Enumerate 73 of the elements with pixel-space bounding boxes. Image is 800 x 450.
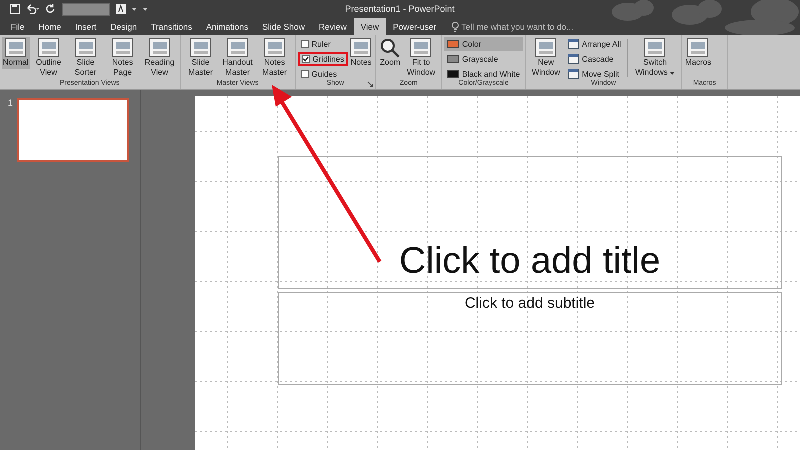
title-placeholder[interactable]: Click to add title [278, 156, 782, 289]
checkbox[interactable]: Guides [298, 67, 348, 81]
save-icon[interactable] [10, 4, 20, 14]
swatch-icon [447, 40, 460, 48]
layout-icon [226, 38, 249, 58]
layout-icon [38, 38, 60, 58]
ribbon-button[interactable]: Slide Master [182, 37, 219, 79]
window-title: Presentation1 - PowerPoint [345, 4, 455, 14]
title-placeholder-text: Click to add title [399, 240, 661, 283]
search-field[interactable]: Tell me what you want to do... [462, 22, 574, 32]
layout-icon [350, 38, 372, 58]
color-mode-option[interactable]: Grayscale [444, 52, 524, 66]
window-icon [568, 69, 580, 79]
ribbon-tab[interactable]: View [354, 18, 386, 35]
ribbon-tab[interactable]: Slide Show [255, 18, 312, 35]
ribbon-tab[interactable]: Home [32, 18, 68, 35]
ribbon-tab[interactable]: Power-user [386, 18, 444, 35]
redo-icon[interactable] [46, 4, 56, 14]
checkbox-icon [302, 55, 310, 63]
caret-icon[interactable] [132, 8, 137, 10]
ribbon-tab[interactable]: Design [104, 18, 144, 35]
color-mode-option[interactable]: Black and White [444, 67, 524, 81]
swatch-icon [447, 55, 460, 63]
font-size-field[interactable] [62, 2, 110, 16]
ribbon-button[interactable]: Notes Page [104, 37, 141, 79]
layout-icon [264, 38, 286, 58]
checkbox-icon [300, 70, 309, 78]
layout-icon [112, 38, 134, 58]
swatch-icon [447, 70, 460, 78]
window-icon [568, 54, 580, 64]
dialog-launcher-icon[interactable] [367, 81, 374, 87]
slide-thumbnail[interactable] [17, 98, 130, 162]
layout-icon [410, 38, 432, 58]
ribbon-button[interactable]: Fit to Window [403, 37, 440, 79]
ribbon-button[interactable]: Arrange All [565, 37, 624, 51]
checkbox[interactable]: Ruler [298, 37, 348, 51]
subtitle-placeholder[interactable]: Click to add subtitle [278, 292, 782, 385]
ribbon-button[interactable]: Outline View [30, 37, 67, 79]
ribbon-button[interactable]: Normal [2, 37, 30, 69]
layout-icon [4, 38, 27, 58]
checkbox-icon [300, 40, 309, 48]
ribbon-button[interactable]: Switch Windows [631, 37, 680, 79]
layout-icon [687, 38, 710, 58]
font-color-icon[interactable] [116, 4, 126, 14]
ribbon-button[interactable]: Cascade [565, 52, 624, 66]
ribbon-button[interactable]: New Window [528, 37, 564, 79]
ribbon-button[interactable]: Zoom [378, 37, 402, 69]
ribbon-button[interactable]: Notes [349, 37, 374, 69]
layout-icon [148, 38, 171, 58]
customize-icon[interactable] [143, 7, 148, 11]
lightbulb-icon [452, 22, 459, 32]
layout-icon [74, 38, 97, 58]
ribbon-button[interactable]: Macros [684, 37, 713, 69]
layout-icon [190, 38, 212, 58]
magnifier-icon [379, 38, 402, 58]
ribbon-tab[interactable]: Animations [199, 18, 256, 35]
ribbon-button[interactable]: Slide Sorter [68, 37, 104, 79]
ribbon-button[interactable]: Reading View [142, 37, 178, 79]
slide-number: 1 [8, 98, 14, 108]
ribbon-tab[interactable]: File [4, 18, 32, 35]
ribbon-button[interactable]: Move Split [565, 67, 624, 81]
ribbon-button[interactable]: Notes Master [256, 37, 293, 79]
ribbon-tab[interactable]: Transitions [144, 18, 200, 35]
subtitle-placeholder-text: Click to add subtitle [464, 294, 596, 312]
color-mode-option[interactable]: Color [444, 37, 524, 51]
undo-icon[interactable] [26, 4, 40, 14]
ribbon-button[interactable]: Handout Master [220, 37, 256, 79]
window-icon [568, 39, 580, 49]
layout-icon [535, 38, 558, 58]
layout-icon [644, 38, 666, 58]
ribbon-tab[interactable]: Insert [68, 18, 104, 35]
ribbon-tab[interactable]: Review [312, 18, 354, 35]
checkbox[interactable]: Gridlines [298, 52, 348, 66]
